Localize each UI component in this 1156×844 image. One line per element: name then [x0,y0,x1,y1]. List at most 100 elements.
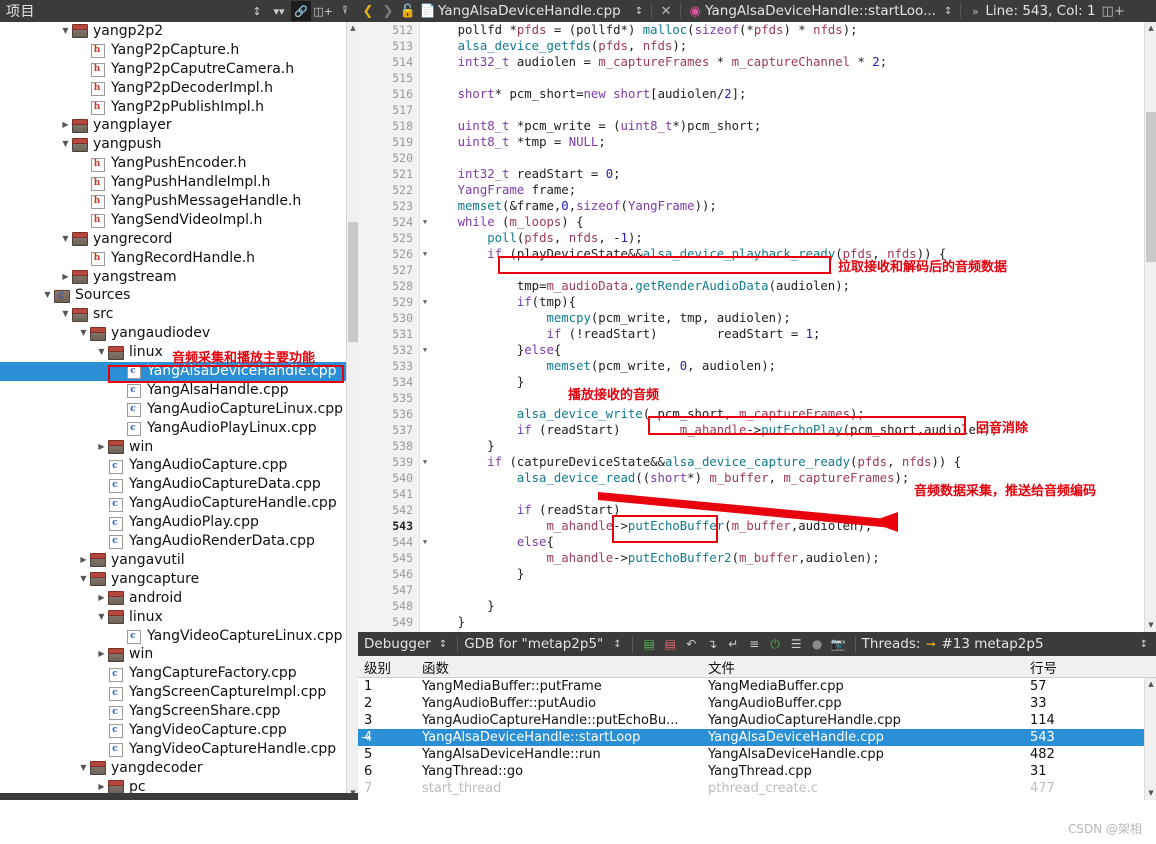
editor-symbol-name[interactable]: YangAlsaDeviceHandle::startLoo... [705,3,936,19]
tree-item[interactable]: YangP2pPublishImpl.h [0,98,346,117]
code-line[interactable]: }else{ [420,342,1144,358]
record-icon[interactable]: ● [807,634,828,654]
code-line[interactable]: int32_t readStart = 0; [420,166,1144,182]
sort-icon[interactable]: ↕ [247,1,267,21]
stack-frame-row[interactable]: 6 YangThread::go YangThread.cpp 31 [358,763,1144,780]
link-icon[interactable]: 🔗 [291,1,311,21]
tree-item[interactable]: YangAlsaHandle.cpp [0,381,346,400]
column-header-level[interactable]: 级别 [358,657,416,677]
file-dropdown-chevron-icon[interactable]: ↕ [621,6,647,17]
split-editor-icon[interactable]: ◫+ [1102,4,1125,19]
chevron-down-icon[interactable]: ▼ [42,286,53,305]
stack-frame-row[interactable]: 2 YangAudioBuffer::putAudio YangAudioBuffe… [358,695,1144,712]
chevron-right-icon[interactable]: ▶ [78,551,89,570]
code-line[interactable]: pollfd *pfds = (pollfd*) malloc(sizeof(*… [420,22,1144,38]
project-tree-wrap[interactable]: ▼ yangp2p2 YangP2pCapture.h YangP2pCaputreC… [0,22,358,800]
code-line[interactable]: YangFrame frame; [420,182,1144,198]
tree-item[interactable]: YangPushMessageHandle.h [0,192,346,211]
tree-item[interactable]: YangPushEncoder.h [0,154,346,173]
code-scrollbar[interactable]: ▲ ▼ [1144,22,1156,632]
tree-item[interactable]: YangAudioPlayLinux.cpp [0,419,346,438]
screenshot-icon[interactable]: 📷 [828,634,849,654]
tree-item[interactable]: YangCaptureFactory.cpp [0,664,346,683]
tree-item[interactable]: ▼ Sources [0,286,346,305]
chevron-right-icon[interactable]: ▶ [96,645,107,664]
chevron-down-icon[interactable]: ▼ [60,22,71,41]
tree-item[interactable]: ▼ yangdecoder [0,759,346,778]
tree-item[interactable]: ▼ yangcapture [0,570,346,589]
chevron-down-icon[interactable]: ▼ [60,135,71,154]
tree-item[interactable]: YangVideoCapture.cpp [0,721,346,740]
tree-item[interactable]: YangAudioCapture.cpp [0,456,346,475]
tree-item[interactable]: YangAudioRenderData.cpp [0,532,346,551]
more-icon[interactable]: » [965,5,985,18]
thread-value[interactable]: #13 metap2p5 [941,636,1043,652]
code-editor[interactable]: 512 513 514 515 516 517 518 519 520 521 522 523 524 ▼… [358,22,1156,632]
stack-frame-row[interactable]: 7 start_thread pthread_create.c 477 [358,780,1144,797]
continue-icon[interactable]: ≡ [744,634,765,654]
code-line[interactable]: } [420,566,1144,582]
tree-item[interactable]: YangPushHandleImpl.h [0,173,346,192]
column-header-file[interactable]: 文件 [702,657,1024,677]
stack-frame-row[interactable]: 1 YangMediaBuffer::putFrame YangMediaBuffe… [358,678,1144,695]
restart-icon[interactable]: ☰ [786,634,807,654]
stack-frame-row[interactable]: 5 YangAlsaDeviceHandle::run YangAlsaDevice… [358,746,1144,763]
code-line[interactable]: tmp=m_audioData.getRenderAudioData(audio… [420,278,1144,294]
code-line[interactable]: poll(pfds, nfds, -1); [420,230,1144,246]
tree-item[interactable]: YangP2pCaputreCamera.h [0,60,346,79]
interrupt-icon[interactable]: ⏻ [765,634,786,654]
code-line[interactable]: } [420,614,1144,630]
tree-item[interactable]: YangP2pDecoderImpl.h [0,79,346,98]
code-line[interactable]: int32_t audiolen = m_captureFrames * m_c… [420,54,1144,70]
step-into-icon[interactable]: ↴ [702,634,723,654]
code-scroll-up-icon[interactable]: ▲ [1145,22,1156,35]
tree-item[interactable]: YangVideoCaptureLinux.cpp [0,627,346,646]
code-line[interactable]: short* pcm_short=new short[audiolen/2]; [420,86,1144,102]
chevron-right-icon[interactable]: ▶ [96,589,107,608]
code-line[interactable]: } [420,438,1144,454]
code-line[interactable]: m_ahandle->putEchoBuffer2(m_buffer,audio… [420,550,1144,566]
code-line[interactable] [420,102,1144,118]
filter-icon[interactable]: ▾▾ [269,1,289,21]
chevron-down-icon[interactable]: ▼ [78,570,89,589]
step-return-icon[interactable]: ↵ [723,634,744,654]
split-icon[interactable]: ◫+ [313,1,333,21]
code-line[interactable]: if (!readStart) readStart = 1; [420,326,1144,342]
tree-item[interactable]: ▼ yangaudiodev [0,324,346,343]
tree-item[interactable]: YangScreenShare.cpp [0,702,346,721]
step-in-green-icon[interactable]: ▤ [639,634,660,654]
tree-item[interactable]: ▶ win [0,645,346,664]
tree-item[interactable]: YangAudioCaptureHandle.cpp [0,494,346,513]
stack-scroll-down-icon[interactable]: ▼ [1145,787,1156,800]
tree-item[interactable]: ▶ win [0,438,346,457]
tree-item[interactable]: ▶ android [0,589,346,608]
tree-item[interactable]: ▼ linux [0,608,346,627]
threads-dropdown-chevron-icon[interactable]: ↕ [1044,639,1152,650]
tree-item[interactable]: YangVideoCaptureHandle.cpp [0,740,346,759]
tree-item[interactable]: ▼ src [0,305,346,324]
code-line[interactable]: uint8_t *pcm_write = (uint8_t*)pcm_short… [420,118,1144,134]
tree-item[interactable]: YangSendVideoImpl.h [0,211,346,230]
unlock-icon[interactable]: 🔓 [398,4,418,19]
code-line[interactable] [420,70,1144,86]
collapse-icon[interactable]: ⍒ [335,1,355,21]
tree-item[interactable]: YangRecordHandle.h [0,249,346,268]
code-line[interactable]: while (m_loops) { [420,214,1144,230]
tree-item[interactable]: YangAudioPlay.cpp [0,513,346,532]
code-content[interactable]: pollfd *pfds = (pollfd*) malloc(sizeof(*… [420,22,1144,632]
tree-item[interactable]: ▶ yangplayer [0,116,346,135]
symbol-dropdown-chevron-icon[interactable]: ↕ [936,6,956,17]
code-line[interactable]: } [420,598,1144,614]
close-icon[interactable]: ✕ [656,4,676,19]
chevron-right-icon[interactable]: ▶ [60,268,71,287]
code-line[interactable] [420,390,1144,406]
debugger-dropdown-chevron-icon[interactable]: ↕ [431,639,451,650]
tree-item[interactable]: ▶ yangavutil [0,551,346,570]
tree-item[interactable]: ▼ yangpush [0,135,346,154]
editor-filename[interactable]: YangAlsaDeviceHandle.cpp [438,3,621,19]
project-tree-scrollbar[interactable]: ▲ ▼ [346,22,359,800]
chevron-down-icon[interactable]: ▼ [60,305,71,324]
step-over-icon[interactable]: ↶ [681,634,702,654]
code-scroll-thumb[interactable] [1146,112,1156,262]
code-line[interactable]: if(tmp){ [420,294,1144,310]
